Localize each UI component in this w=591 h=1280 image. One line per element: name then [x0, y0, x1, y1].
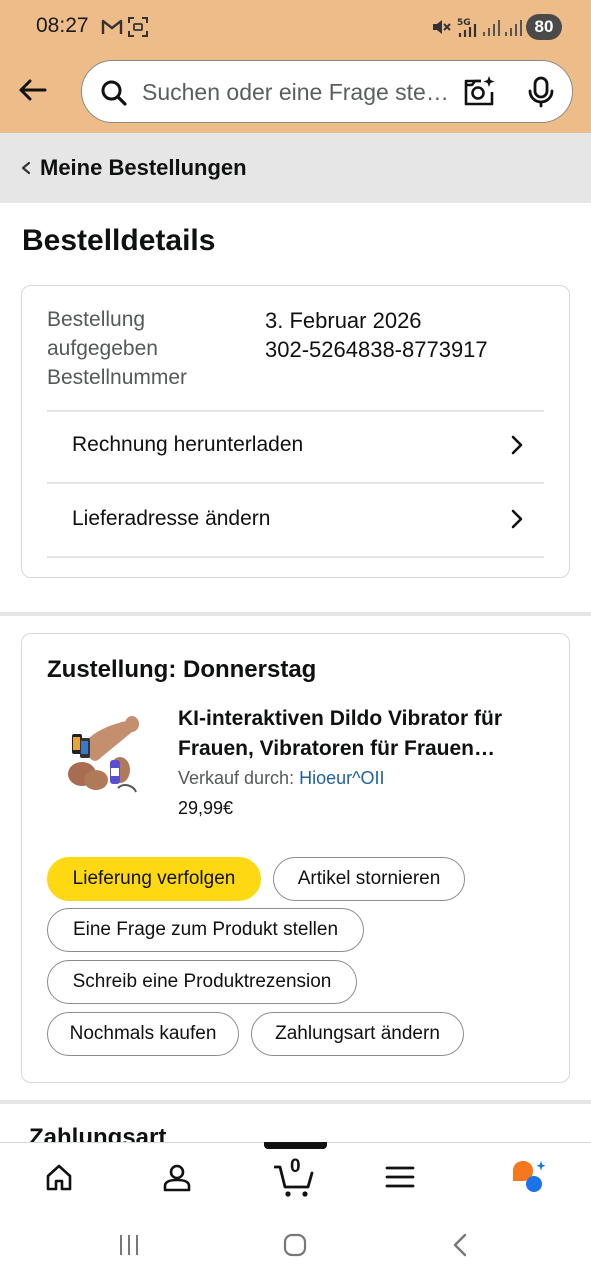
active-tab-indicator — [264, 1142, 327, 1149]
svg-text:5G: 5G — [457, 18, 471, 28]
download-invoice-link[interactable]: Rechnung herunterladen — [47, 410, 544, 480]
system-nav-bar — [0, 1214, 591, 1280]
product-image[interactable] — [58, 712, 148, 802]
change-address-label: Lieferadresse ändern — [72, 507, 271, 530]
breadcrumb[interactable]: Meine Bestellungen — [0, 133, 591, 203]
search-bar[interactable] — [81, 60, 573, 123]
change-payment-button[interactable]: Zahlungsart ändern — [251, 1012, 464, 1056]
account-icon[interactable] — [157, 1157, 197, 1197]
cancel-item-button[interactable]: Artikel stornieren — [273, 857, 465, 901]
signal-icon — [502, 16, 524, 38]
page-title: Bestelldetails — [22, 224, 216, 257]
write-review-button[interactable]: Schreib eine Produktrezension — [47, 960, 357, 1004]
section-divider — [0, 612, 591, 616]
product-title-line: Frauen, Vibratoren für Frauen… — [178, 737, 495, 760]
gmail-icon — [101, 16, 123, 38]
battery-indicator: 80 — [526, 14, 562, 40]
back-arrow-icon[interactable] — [14, 72, 50, 108]
app-header: 08:27 5G 80 — [0, 0, 591, 133]
screenshot-icon — [127, 16, 149, 38]
order-number-label: Bestellnummer — [47, 366, 188, 389]
seller-link[interactable]: Hioeur^OII — [299, 768, 384, 788]
product-price: 29,99€ — [178, 798, 234, 818]
sold-by: Verkauf durch: Hioeur^OII — [178, 768, 385, 789]
divider — [47, 556, 544, 558]
order-number: 302-5264838-8773917 — [265, 337, 488, 362]
change-address-link[interactable]: Lieferadresse ändern — [47, 484, 544, 554]
chevron-left-icon — [21, 161, 31, 175]
breadcrumb-label: Meine Bestellungen — [40, 155, 247, 180]
rufus-icon[interactable] — [510, 1157, 550, 1197]
microphone-icon[interactable] — [526, 76, 556, 108]
chevron-right-icon — [511, 509, 523, 529]
menu-icon[interactable] — [380, 1157, 420, 1197]
back-button-icon[interactable] — [446, 1230, 476, 1260]
status-time: 08:27 — [36, 14, 89, 37]
search-input[interactable] — [142, 75, 450, 109]
product-title[interactable]: KI-interaktiven Dildo Vibrator für Fraue… — [178, 704, 554, 764]
buy-again-button[interactable]: Nochmals kaufen — [47, 1012, 239, 1056]
chevron-right-icon — [511, 435, 523, 455]
order-info-card: Bestellung aufgegeben Bestellnummer 3. F… — [21, 285, 570, 578]
order-date: 3. Februar 2026 — [265, 308, 422, 333]
signal-icon — [480, 16, 502, 38]
recent-apps-icon[interactable] — [114, 1230, 144, 1260]
product-title-line: KI-interaktiven Dildo Vibrator für — [178, 707, 502, 730]
ask-question-button[interactable]: Eine Frage zum Produkt stellen — [47, 908, 364, 952]
order-placed-label: aufgegeben — [47, 337, 158, 360]
mute-icon — [430, 16, 452, 38]
5g-icon: 5G — [456, 16, 478, 38]
status-bar: 08:27 5G 80 — [0, 0, 591, 54]
bottom-nav — [0, 1142, 591, 1214]
home-icon[interactable] — [39, 1157, 79, 1197]
download-invoice-label: Rechnung herunterladen — [72, 433, 304, 456]
order-placed-label: Bestellung — [47, 308, 146, 331]
search-icon — [101, 80, 127, 106]
camera-search-icon[interactable] — [462, 75, 496, 109]
home-button-icon[interactable] — [280, 1230, 310, 1260]
shipment-card: Zustellung: Donnerstag KI-interaktiven D… — [21, 633, 570, 1083]
sold-by-label: Verkauf durch: — [178, 768, 300, 788]
cart-count: 0 — [290, 1156, 301, 1177]
section-divider — [0, 1100, 591, 1104]
delivery-title: Zustellung: Donnerstag — [47, 656, 317, 683]
track-package-button[interactable]: Lieferung verfolgen — [47, 857, 261, 901]
